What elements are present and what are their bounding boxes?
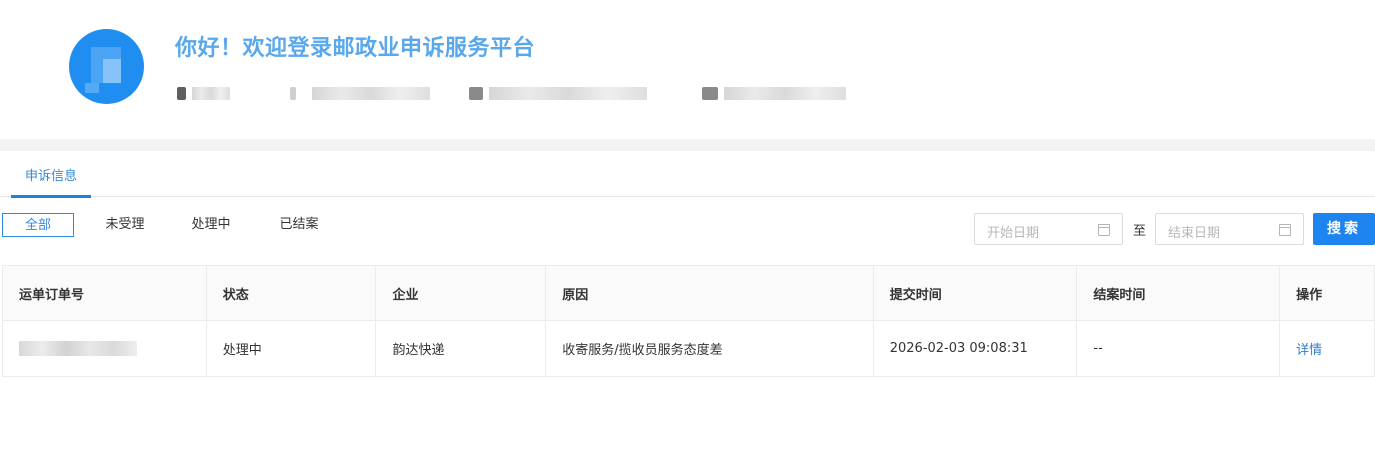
table-row: 处理中 韵达快递 收寄服务/揽收员服务态度差 2026-02-03 09:08:… bbox=[3, 321, 1374, 376]
phone-icon bbox=[290, 86, 296, 100]
order-no-cell bbox=[3, 321, 207, 376]
user-icon bbox=[177, 86, 186, 100]
redacted-phone bbox=[312, 86, 430, 100]
action-cell: 详情 bbox=[1280, 321, 1374, 376]
detail-link[interactable]: 详情 bbox=[1296, 339, 1322, 358]
filter-all-button[interactable]: 全部 bbox=[2, 213, 74, 237]
user-name-info bbox=[177, 84, 230, 102]
redacted-email bbox=[489, 86, 647, 100]
tab-active-indicator bbox=[11, 195, 91, 198]
id-info bbox=[702, 84, 846, 102]
column-header-order-no: 运单订单号 bbox=[3, 266, 207, 321]
filter-unaccepted-button[interactable]: 未受理 bbox=[95, 213, 155, 237]
column-header-reason: 原因 bbox=[546, 266, 874, 321]
tab-complaint-info[interactable]: 申诉信息 bbox=[11, 151, 91, 198]
phone-info bbox=[290, 84, 430, 102]
date-range-separator: 至 bbox=[1133, 224, 1147, 239]
calendar-icon bbox=[1098, 224, 1110, 236]
complaint-table: 运单订单号 状态 企业 原因 提交时间 结案时间 操作 处理中 韵达快递 收寄服… bbox=[2, 265, 1375, 377]
avatar bbox=[69, 29, 144, 104]
filter-processing-button[interactable]: 处理中 bbox=[181, 213, 241, 237]
calendar-icon bbox=[1279, 224, 1291, 236]
redacted-name bbox=[192, 86, 230, 100]
column-header-company: 企业 bbox=[376, 266, 547, 321]
tab-bar: 申诉信息 bbox=[0, 151, 1375, 198]
email-icon bbox=[469, 86, 483, 100]
tab-label: 申诉信息 bbox=[24, 169, 77, 184]
company-cell: 韵达快递 bbox=[376, 321, 547, 376]
close-time-cell: -- bbox=[1077, 321, 1281, 376]
column-header-action: 操作 bbox=[1296, 288, 1323, 303]
redacted-id bbox=[724, 86, 846, 100]
start-date-placeholder: 开始日期 bbox=[987, 226, 1040, 241]
end-date-picker[interactable]: 结束日期 bbox=[1155, 213, 1304, 245]
table-header-row: 运单订单号 状态 企业 原因 提交时间 结案时间 操作 bbox=[3, 266, 1374, 321]
email-info bbox=[469, 84, 647, 102]
filter-closed-button[interactable]: 已结案 bbox=[269, 213, 329, 237]
status-cell: 处理中 bbox=[207, 321, 377, 376]
submit-time-cell: 2026-02-03 09:08:31 bbox=[874, 321, 1078, 376]
start-date-picker[interactable]: 开始日期 bbox=[974, 213, 1123, 245]
reason-cell: 收寄服务/揽收员服务态度差 bbox=[546, 321, 874, 376]
search-button[interactable]: 搜索 bbox=[1313, 213, 1375, 245]
welcome-title: 你好！欢迎登录邮政业申诉服务平台 bbox=[175, 36, 536, 61]
filter-bar: 全部 未受理 处理中 已结案 开始日期 至 结束日期 搜索 bbox=[0, 210, 1375, 246]
id-card-icon bbox=[702, 86, 718, 100]
redacted-order-no bbox=[19, 341, 137, 356]
end-date-placeholder: 结束日期 bbox=[1168, 226, 1221, 241]
column-header-status: 状态 bbox=[207, 266, 377, 321]
section-divider bbox=[0, 139, 1375, 151]
column-header-submit-time: 提交时间 bbox=[874, 266, 1078, 321]
column-header-close-time: 结案时间 bbox=[1077, 266, 1281, 321]
profile-header: 你好！欢迎登录邮政业申诉服务平台 bbox=[0, 0, 1375, 139]
